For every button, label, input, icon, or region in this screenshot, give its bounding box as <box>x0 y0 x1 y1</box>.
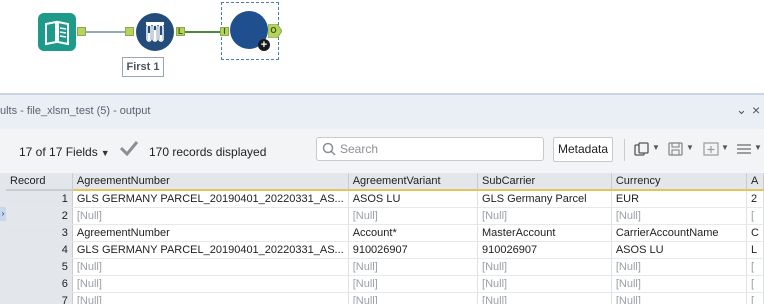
column-header[interactable]: Currency <box>611 173 748 191</box>
input-tool-output-anchor[interactable] <box>77 27 86 36</box>
plus-icon: + <box>258 39 270 51</box>
table-cell[interactable]: [Null] <box>477 258 612 276</box>
record-number: 6 <box>6 275 73 293</box>
column-header[interactable]: AgreementNumber <box>72 173 349 191</box>
table-cell[interactable]: GLS Germany Parcel <box>477 190 612 208</box>
sample-tool[interactable] <box>136 13 174 51</box>
close-icon[interactable]: × <box>752 102 760 118</box>
table-row[interactable]: 3 AgreementNumber Account* MasterAccount… <box>6 224 764 242</box>
fields-dropdown[interactable]: 17 of 17 Fields ▼ <box>19 145 110 159</box>
record-number: 5 <box>6 258 73 276</box>
chevron-down-icon[interactable]: ▼ <box>652 143 660 152</box>
table-cell[interactable]: 2 <box>746 190 764 208</box>
search-input[interactable] <box>340 141 538 157</box>
data-grid[interactable]: Record AgreementNumber AgreementVariant … <box>6 173 764 304</box>
table-cell[interactable]: [Null] <box>477 275 612 293</box>
table-cell[interactable]: GLS GERMANY PARCEL_20190401_20220331_AS.… <box>72 190 349 208</box>
sample-tool-input-anchor[interactable] <box>125 27 134 36</box>
table-cell[interactable]: [Null] <box>348 292 479 304</box>
connection-input-to-sample <box>85 31 125 33</box>
results-title: ults - file_xlsm_test (5) - output <box>0 105 151 117</box>
table-cell[interactable]: [Null] <box>348 207 479 225</box>
results-toolbar: 17 of 17 Fields▼ 170 records displayed M… <box>0 129 764 173</box>
sample-output-anchor-label: L <box>178 27 183 36</box>
table-cell[interactable]: [Null] <box>477 207 612 225</box>
record-number: 4 <box>6 241 73 259</box>
column-header[interactable]: A <box>746 173 764 191</box>
column-header[interactable]: SubCarrier <box>477 173 612 191</box>
results-grid[interactable]: › Record AgreementNumber AgreementVarian… <box>0 173 764 304</box>
chevron-down-icon[interactable]: ▼ <box>686 143 694 152</box>
table-cell[interactable]: [Null] <box>72 207 349 225</box>
chevron-down-icon: ▼ <box>100 148 110 158</box>
table-cell[interactable]: [Null] <box>72 258 349 276</box>
test-tubes-icon <box>146 22 164 42</box>
column-header[interactable]: Record <box>6 173 73 191</box>
table-cell[interactable]: [Null] <box>72 275 349 293</box>
table-cell[interactable]: [Null] <box>477 292 612 304</box>
table-cell[interactable]: ASOS LU <box>611 241 748 259</box>
table-cell[interactable]: C <box>746 224 764 242</box>
table-cell[interactable]: [Null] <box>611 292 748 304</box>
table-row[interactable]: 4 GLS GERMANY PARCEL_20190401_20220331_A… <box>6 241 764 259</box>
book-input-icon <box>45 20 69 46</box>
table-cell[interactable]: AgreementNumber <box>72 224 349 242</box>
results-header: ults - file_xlsm_test (5) - output ⌄ × <box>0 93 764 129</box>
table-cell[interactable]: L <box>746 241 764 259</box>
browse-input-anchor-label: I <box>223 27 226 36</box>
table-cell[interactable]: [ <box>746 275 764 293</box>
table-cell[interactable]: GLS GERMANY PARCEL_20190401_20220331_AS.… <box>72 241 349 259</box>
table-row[interactable]: 7 [Null] [Null] [Null] [Null] [ <box>6 292 764 304</box>
table-cell[interactable]: [Null] <box>348 275 479 293</box>
table-row[interactable]: 2 [Null] [Null] [Null] [Null] [ <box>6 207 764 225</box>
search-box[interactable] <box>316 137 544 161</box>
table-cell[interactable]: [Null] <box>611 258 748 276</box>
add-column-icon[interactable] <box>703 142 719 156</box>
table-cell[interactable]: [Null] <box>611 207 748 225</box>
chevron-down-icon[interactable]: ▼ <box>721 143 729 152</box>
table-cell[interactable]: CarrierAccountName <box>611 224 748 242</box>
input-data-tool[interactable] <box>38 13 76 51</box>
table-cell[interactable]: [ <box>746 258 764 276</box>
table-row[interactable]: 1 GLS GERMANY PARCEL_20190401_20220331_A… <box>6 190 764 208</box>
chevron-down-icon[interactable]: ▼ <box>754 143 762 152</box>
tool-annotation-label: First 1 <box>122 57 164 77</box>
table-row[interactable]: 5 [Null] [Null] [Null] [Null] [ <box>6 258 764 276</box>
workflow-canvas[interactable]: L First 1 I + O <box>0 0 764 93</box>
toolbar-divider <box>624 139 625 161</box>
records-count: 170 records displayed <box>149 145 267 159</box>
connection-sample-to-browse <box>183 31 220 33</box>
table-cell[interactable]: 910026907 <box>348 241 479 259</box>
record-number: 3 <box>6 224 73 242</box>
search-icon <box>322 142 336 156</box>
table-cell[interactable]: ASOS LU <box>348 190 479 208</box>
record-number: 7 <box>6 292 73 304</box>
results-panel: ults - file_xlsm_test (5) - output ⌄ × 1… <box>0 93 764 304</box>
chevron-down-icon[interactable]: ⌄ <box>736 102 747 118</box>
hamburger-menu-icon[interactable] <box>736 142 752 156</box>
table-cell[interactable]: [Null] <box>348 258 479 276</box>
table-row[interactable]: 6 [Null] [Null] [Null] [Null] [ <box>6 275 764 293</box>
table-cell[interactable]: [Null] <box>611 275 748 293</box>
record-number: 2 <box>6 207 73 225</box>
table-cell[interactable]: EUR <box>611 190 748 208</box>
checkmark-icon[interactable] <box>119 140 139 156</box>
metadata-button[interactable]: Metadata <box>553 137 613 162</box>
table-cell[interactable]: [Null] <box>72 292 349 304</box>
save-icon[interactable] <box>668 142 684 156</box>
table-cell[interactable]: MasterAccount <box>477 224 612 242</box>
column-header[interactable]: AgreementVariant <box>348 173 479 191</box>
browse-output-anchor-label: O <box>270 26 277 35</box>
table-header-row: Record AgreementNumber AgreementVariant … <box>6 173 764 191</box>
table-cell[interactable]: Account* <box>348 224 479 242</box>
fields-dropdown-label: 17 of 17 Fields <box>19 145 98 159</box>
record-number: 1 <box>6 190 73 208</box>
table-cell[interactable]: [ <box>746 207 764 225</box>
table-cell[interactable]: 910026907 <box>477 241 612 259</box>
copy-icon[interactable] <box>634 142 650 156</box>
table-cell[interactable]: [ <box>746 292 764 304</box>
